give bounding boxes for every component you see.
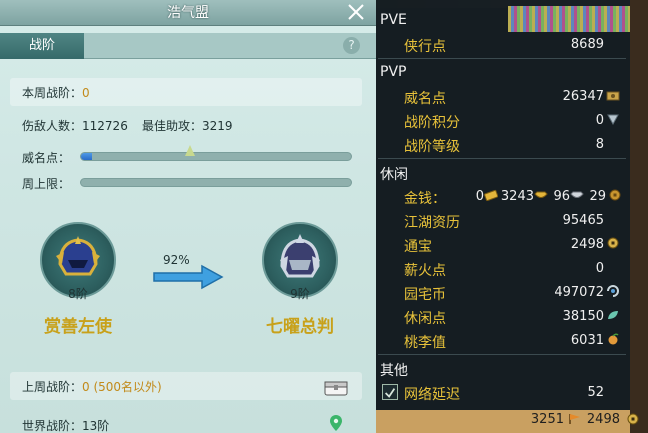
chest-icon[interactable] bbox=[324, 378, 348, 396]
prestige-bar bbox=[80, 152, 352, 161]
best-assist-stat: 最佳助攻：3219 bbox=[142, 117, 233, 134]
money-gold: 3243 bbox=[500, 189, 534, 204]
leisure-stat-label: 江湖资历 bbox=[404, 215, 460, 231]
last-week-label: 上周战阶： bbox=[22, 380, 83, 394]
silver-ingot-icon bbox=[570, 191, 584, 198]
leisure-stat-value: 2498 bbox=[570, 237, 604, 252]
score-icon bbox=[607, 114, 619, 125]
leisure-stat-value: 95465 bbox=[562, 213, 604, 228]
title-bar: 浩气盟 bbox=[0, 0, 376, 26]
pvp-stat-value: 8 bbox=[595, 137, 604, 152]
best-assist-label: 最佳助攻： bbox=[142, 119, 203, 133]
flag-icon bbox=[569, 414, 580, 424]
pvp-stat-label: 战阶积分 bbox=[404, 115, 460, 131]
rank-panel: 浩气盟 战阶 ? 本周战阶：0 伤敌人数：112726 最佳助攻：3219 威名… bbox=[0, 0, 376, 433]
world-rank-value: 13阶 bbox=[82, 419, 110, 433]
tab-rank[interactable]: 战阶 bbox=[0, 33, 84, 59]
money-silver: 96 bbox=[553, 189, 570, 204]
peach-icon bbox=[608, 333, 619, 345]
tongbao-coin-icon bbox=[607, 237, 619, 249]
pvp-stat-value: 0 bbox=[595, 113, 604, 128]
best-assist-value: 3219 bbox=[202, 119, 233, 133]
tongbao-coin-icon bbox=[627, 413, 639, 425]
leisure-stat-value: 0 bbox=[595, 261, 604, 276]
tab-strip: 战阶 ? bbox=[0, 33, 376, 59]
pvp-stat-value: 26347 bbox=[562, 89, 604, 104]
money-copper: 29 bbox=[589, 189, 606, 204]
world-rank-stat: 世界战阶：13阶 bbox=[22, 417, 109, 433]
pve-stat-label: 侠行点 bbox=[404, 39, 446, 55]
gold-ingot-icon bbox=[534, 191, 548, 198]
prestige-icon bbox=[606, 91, 620, 101]
week-rank-label: 本周战阶：0 bbox=[22, 84, 90, 101]
leisure-stat-label: 休闲点 bbox=[404, 311, 446, 327]
pvp-stat-label: 威名点 bbox=[404, 91, 446, 107]
weekly-cap-bar bbox=[80, 178, 352, 187]
weekly-cap-label: 周上限： bbox=[22, 177, 71, 191]
helmet-silver-icon bbox=[280, 234, 320, 278]
marker-icon bbox=[185, 145, 195, 156]
last-week-value: 0 (500名以外) bbox=[82, 380, 162, 394]
kills-stat: 伤敌人数：112726 bbox=[22, 117, 128, 134]
panel-title: 浩气盟 bbox=[167, 5, 209, 21]
prestige-label: 威名点： bbox=[22, 151, 71, 165]
leisure-stat-label: 桃李值 bbox=[404, 335, 446, 351]
divider bbox=[378, 58, 626, 59]
bottom-coin-a: 3251 bbox=[530, 412, 564, 427]
leisure-stat-label: 通宝 bbox=[404, 239, 432, 255]
leaf-icon bbox=[608, 311, 618, 319]
ping-label: 网络延迟 bbox=[404, 387, 460, 403]
leisure-stat-label: 薪火点 bbox=[404, 263, 446, 279]
current-medal-name: 赏善左使 bbox=[44, 317, 112, 337]
current-medal-tier: 8阶 bbox=[68, 287, 88, 301]
home-coin-icon bbox=[607, 285, 619, 297]
money-gold-brick: 0 bbox=[475, 189, 484, 204]
leisure-stat-value: 6031 bbox=[570, 333, 604, 348]
bottom-coin-b: 2498 bbox=[586, 412, 620, 427]
week-rank-value: 0 bbox=[82, 86, 90, 100]
ping-checkbox[interactable] bbox=[382, 384, 398, 400]
help-icon[interactable]: ? bbox=[343, 37, 360, 54]
close-icon[interactable] bbox=[344, 0, 368, 24]
leisure-stat-label: 园宅币 bbox=[404, 287, 446, 303]
location-pin-icon[interactable] bbox=[330, 415, 342, 431]
pvp-header: PVP bbox=[380, 64, 407, 80]
world-rank-label: 世界战阶： bbox=[22, 419, 83, 433]
ping-value: 52 bbox=[587, 385, 604, 400]
next-medal-name: 七曜总判 bbox=[266, 317, 334, 337]
kills-value: 112726 bbox=[82, 119, 128, 133]
money-label: 金钱： bbox=[404, 191, 446, 207]
last-week-stat: 上周战阶：0 (500名以外) bbox=[22, 378, 162, 395]
week-rank-label-text: 本周战阶： bbox=[22, 86, 83, 100]
copper-coin-icon bbox=[609, 189, 621, 201]
leisure-stat-value: 497072 bbox=[554, 285, 604, 300]
pve-header: PVE bbox=[380, 12, 407, 28]
gold-brick-icon bbox=[484, 189, 498, 201]
right-edge bbox=[630, 0, 648, 433]
helmet-gold-icon bbox=[56, 236, 100, 276]
divider bbox=[378, 158, 626, 159]
decorative-stripe bbox=[508, 6, 630, 32]
check-icon bbox=[385, 388, 396, 398]
other-header: 其他 bbox=[380, 363, 408, 379]
pvp-stat-label: 战阶等级 bbox=[404, 139, 460, 155]
kills-label: 伤敌人数： bbox=[22, 119, 83, 133]
progress-arrow-icon bbox=[153, 264, 224, 290]
prestige-bar-fill bbox=[81, 153, 92, 160]
leisure-header: 休闲 bbox=[380, 167, 408, 183]
leisure-stat-value: 38150 bbox=[562, 309, 604, 324]
next-medal-tier: 9阶 bbox=[290, 287, 310, 301]
divider bbox=[378, 354, 626, 355]
pve-stat-value: 8689 bbox=[570, 37, 604, 52]
